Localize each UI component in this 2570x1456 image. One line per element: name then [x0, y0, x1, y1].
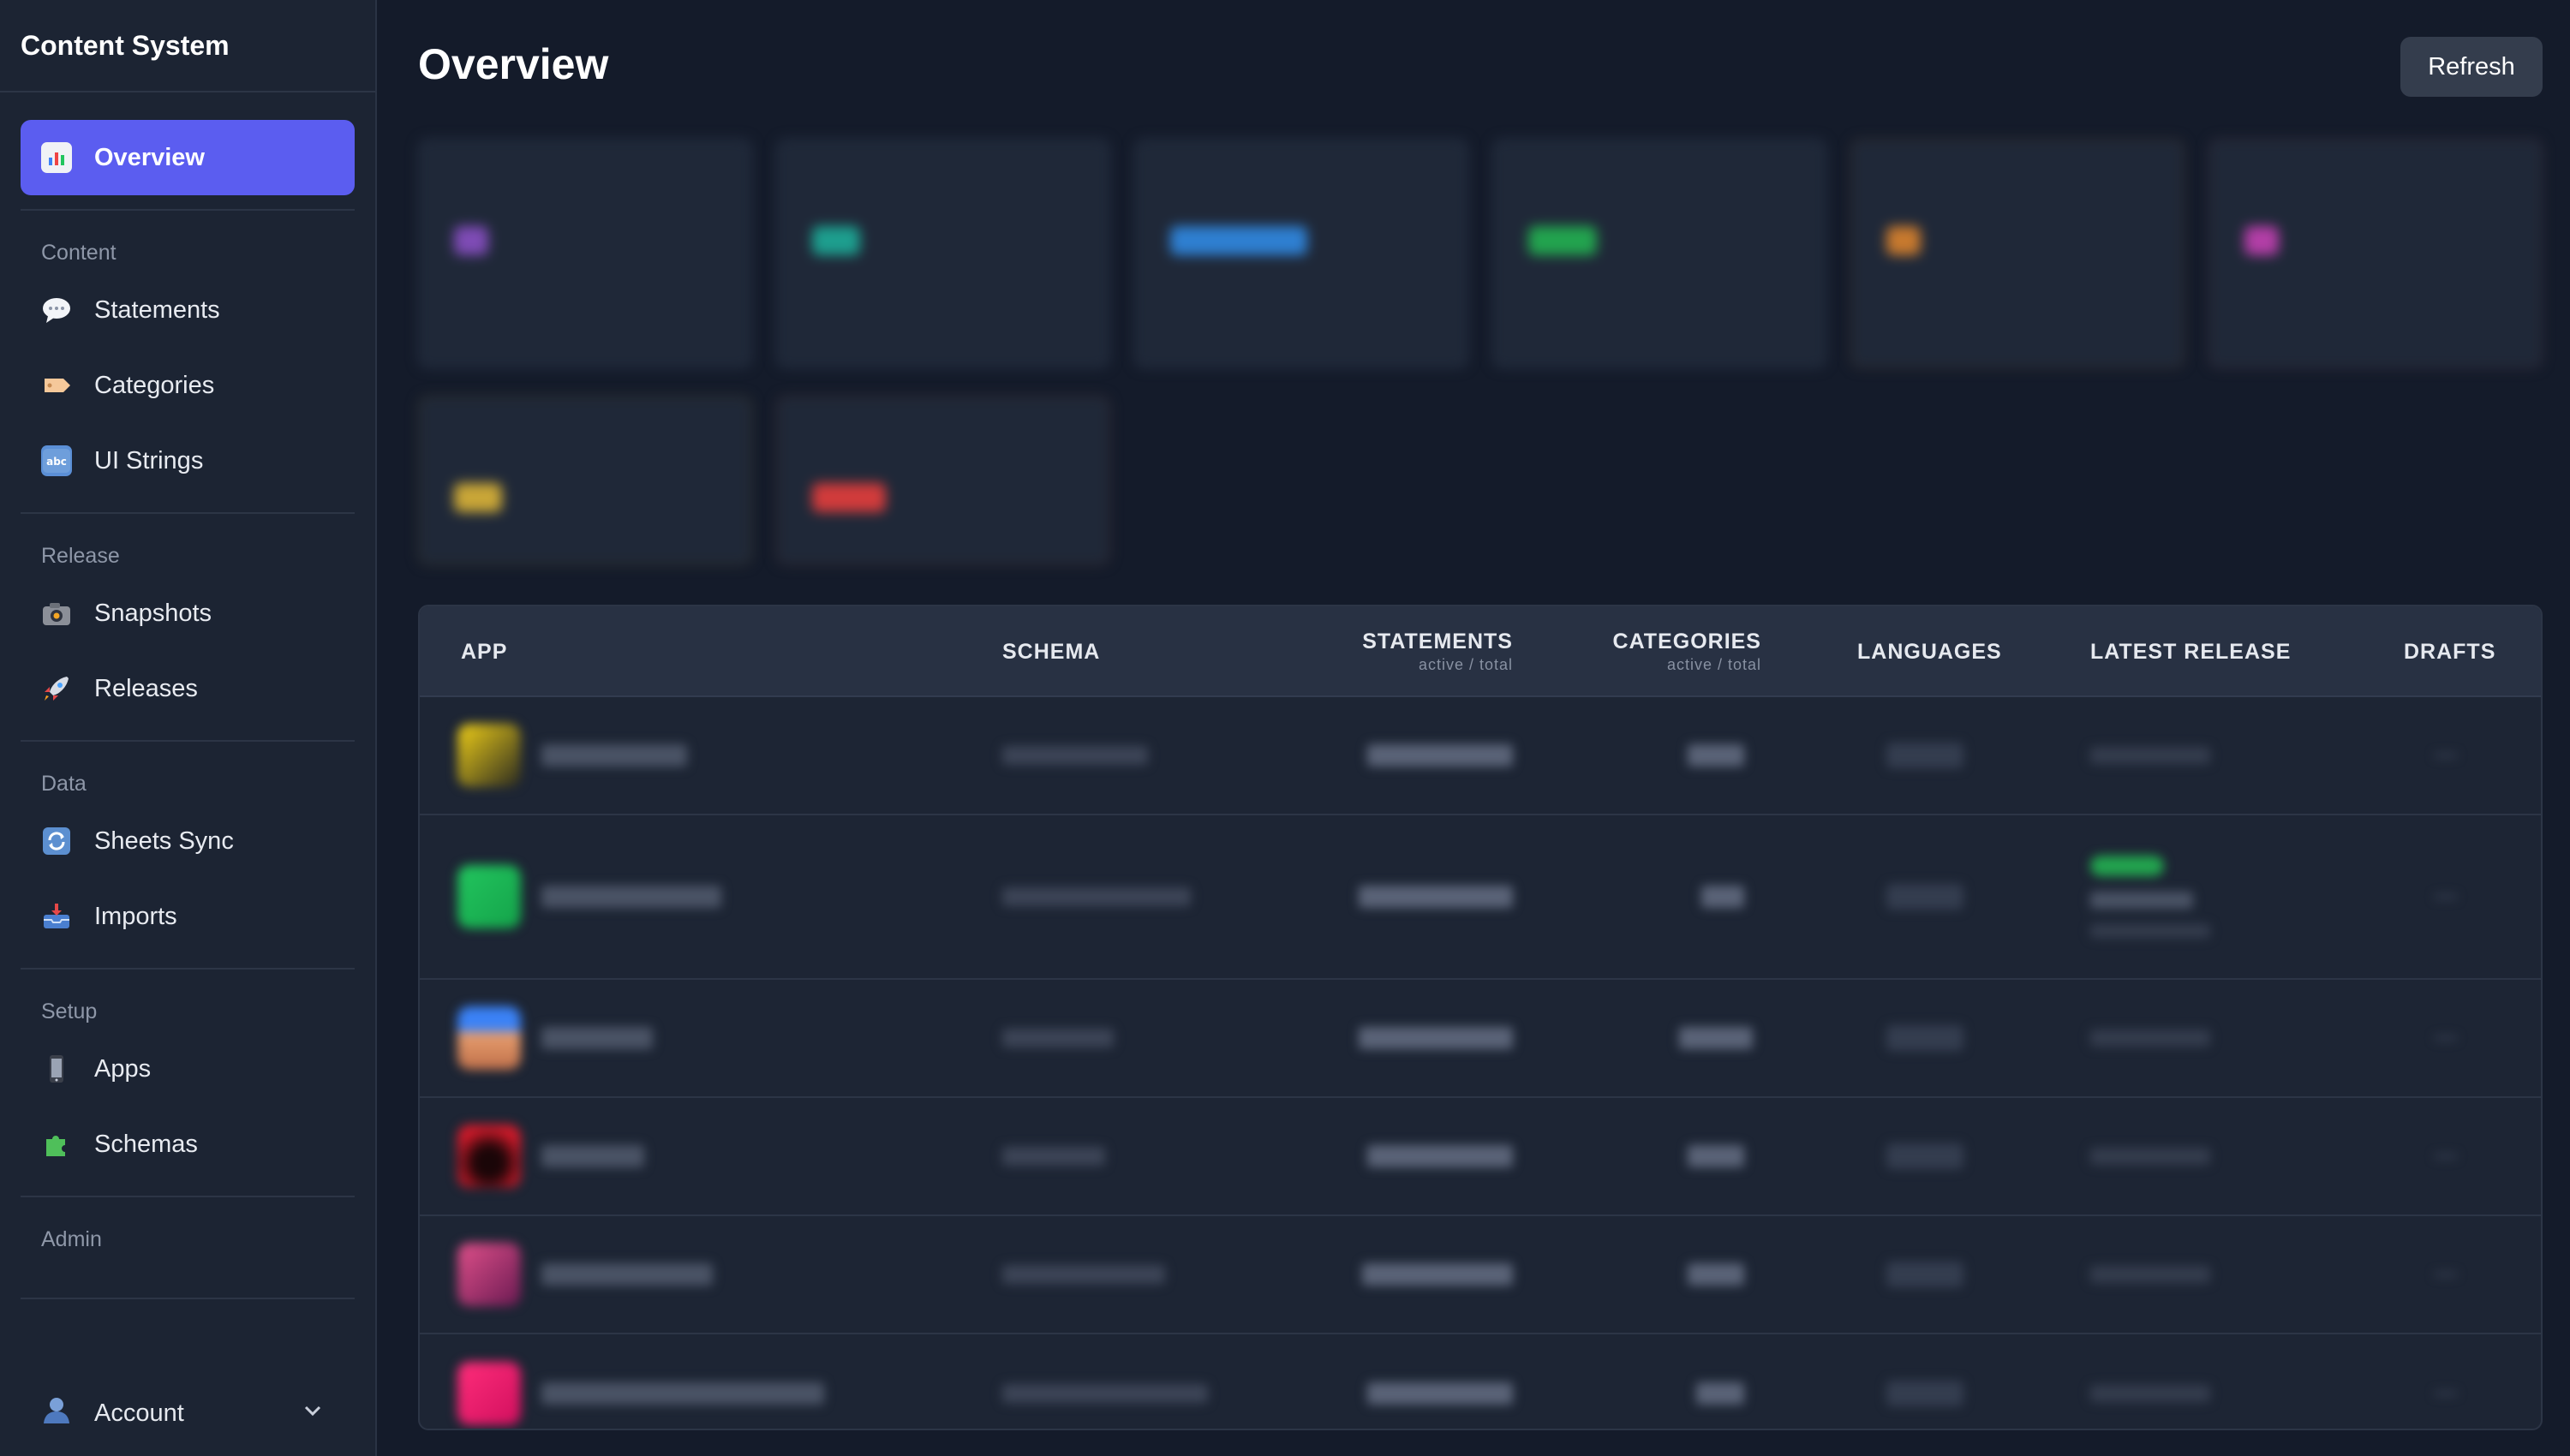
- sidebar-item-label: Overview: [94, 143, 205, 171]
- svg-text:abc: abc: [46, 456, 67, 468]
- sidebar-item-apps[interactable]: Apps: [21, 1031, 355, 1107]
- stat-card[interactable]: [1850, 139, 2184, 368]
- table-row[interactable]: [420, 1216, 2541, 1334]
- sidebar-item-snapshots[interactable]: Snapshots: [21, 576, 355, 651]
- app-brand: Content System: [0, 0, 375, 92]
- table-row[interactable]: [420, 815, 2541, 980]
- app-icon: [457, 1125, 521, 1188]
- user-icon: [41, 1394, 72, 1432]
- column-subheader: active / total: [1418, 656, 1513, 673]
- column-header-schema[interactable]: SCHEMA: [1002, 606, 1100, 697]
- abc-icon: abc: [41, 445, 72, 476]
- divider: [21, 512, 355, 514]
- puzzle-icon: [41, 1129, 72, 1160]
- section-label-content: Content: [41, 241, 117, 265]
- column-subheader: active / total: [1666, 656, 1761, 673]
- divider: [21, 1196, 355, 1197]
- tag-icon: [41, 370, 72, 401]
- section-label-admin: Admin: [41, 1227, 102, 1251]
- sidebar-item-label: Categories: [94, 371, 215, 399]
- column-header-categories[interactable]: CATEGORIES active / total: [1613, 606, 1761, 697]
- section-label-data: Data: [41, 772, 87, 796]
- stat-card[interactable]: [776, 396, 1110, 565]
- account-label: Account: [94, 1399, 184, 1427]
- account-menu[interactable]: Account: [21, 1381, 355, 1446]
- divider: [21, 209, 355, 211]
- table-row[interactable]: [420, 980, 2541, 1098]
- app-icon: [457, 1243, 521, 1306]
- sidebar-item-label: Schemas: [94, 1130, 198, 1158]
- sidebar-item-categories[interactable]: Categories: [21, 348, 355, 423]
- divider: [21, 740, 355, 742]
- stat-card[interactable]: [776, 139, 1110, 368]
- sidebar-item-label: Apps: [94, 1054, 152, 1083]
- table-row[interactable]: [420, 1334, 2541, 1429]
- refresh-button[interactable]: Refresh: [2400, 37, 2543, 97]
- table-header: APP SCHEMA STATEMENTS active / total CAT…: [420, 606, 2541, 697]
- stat-card[interactable]: [418, 139, 752, 368]
- app-icon: [457, 724, 521, 787]
- sidebar-item-imports[interactable]: Imports: [21, 879, 355, 954]
- app-icon: [457, 1006, 521, 1070]
- rocket-icon: [41, 673, 72, 704]
- stat-card[interactable]: [1492, 139, 1826, 368]
- column-header-languages[interactable]: LANGUAGES: [1857, 606, 2002, 697]
- stat-card[interactable]: [2208, 139, 2543, 368]
- stat-card[interactable]: [1134, 139, 1468, 368]
- app-icon: [457, 1362, 521, 1425]
- apps-table: APP SCHEMA STATEMENTS active / total CAT…: [418, 605, 2543, 1430]
- sidebar-item-sheets-sync[interactable]: Sheets Sync: [21, 803, 355, 879]
- divider: [21, 968, 355, 970]
- page-title: Overview: [418, 40, 609, 88]
- column-header-statements[interactable]: STATEMENTS active / total: [1362, 606, 1513, 697]
- inbox-icon: [41, 901, 72, 932]
- phone-icon: [41, 1053, 72, 1084]
- sidebar-item-schemas[interactable]: Schemas: [21, 1107, 355, 1182]
- chart-icon: [41, 142, 72, 173]
- sidebar-item-releases[interactable]: Releases: [21, 651, 355, 726]
- section-label-setup: Setup: [41, 1000, 98, 1023]
- sidebar-item-label: Imports: [94, 902, 177, 930]
- sidebar-item-label: Releases: [94, 674, 198, 702]
- column-header-latest-release[interactable]: LATEST RELEASE: [2090, 606, 2291, 697]
- sidebar-item-statements[interactable]: Statements: [21, 272, 355, 348]
- sidebar-item-label: Statements: [94, 295, 220, 324]
- table-row[interactable]: [420, 1098, 2541, 1216]
- sidebar: Content System Overview Content Statemen…: [0, 0, 377, 1456]
- chevron-down-icon[interactable]: [302, 1399, 324, 1428]
- speech-bubble-icon: [41, 295, 72, 325]
- sidebar-item-label: UI Strings: [94, 446, 204, 474]
- table-row[interactable]: [420, 697, 2541, 815]
- sidebar-item-ui-strings[interactable]: abc UI Strings: [21, 423, 355, 498]
- main-content: Overview Refresh APP SCHEMA STATEMENTS a…: [377, 0, 2570, 1456]
- column-header-drafts[interactable]: DRAFTS: [2404, 606, 2495, 697]
- camera-icon: [41, 598, 72, 629]
- app-icon: [457, 865, 521, 928]
- stat-card[interactable]: [418, 396, 752, 565]
- sidebar-item-label: Sheets Sync: [94, 826, 234, 855]
- sync-icon: [41, 826, 72, 856]
- divider: [21, 1298, 355, 1299]
- column-header-app[interactable]: APP: [461, 606, 507, 697]
- sidebar-item-label: Snapshots: [94, 599, 212, 627]
- section-label-release: Release: [41, 544, 120, 568]
- sidebar-item-overview[interactable]: Overview: [21, 120, 355, 195]
